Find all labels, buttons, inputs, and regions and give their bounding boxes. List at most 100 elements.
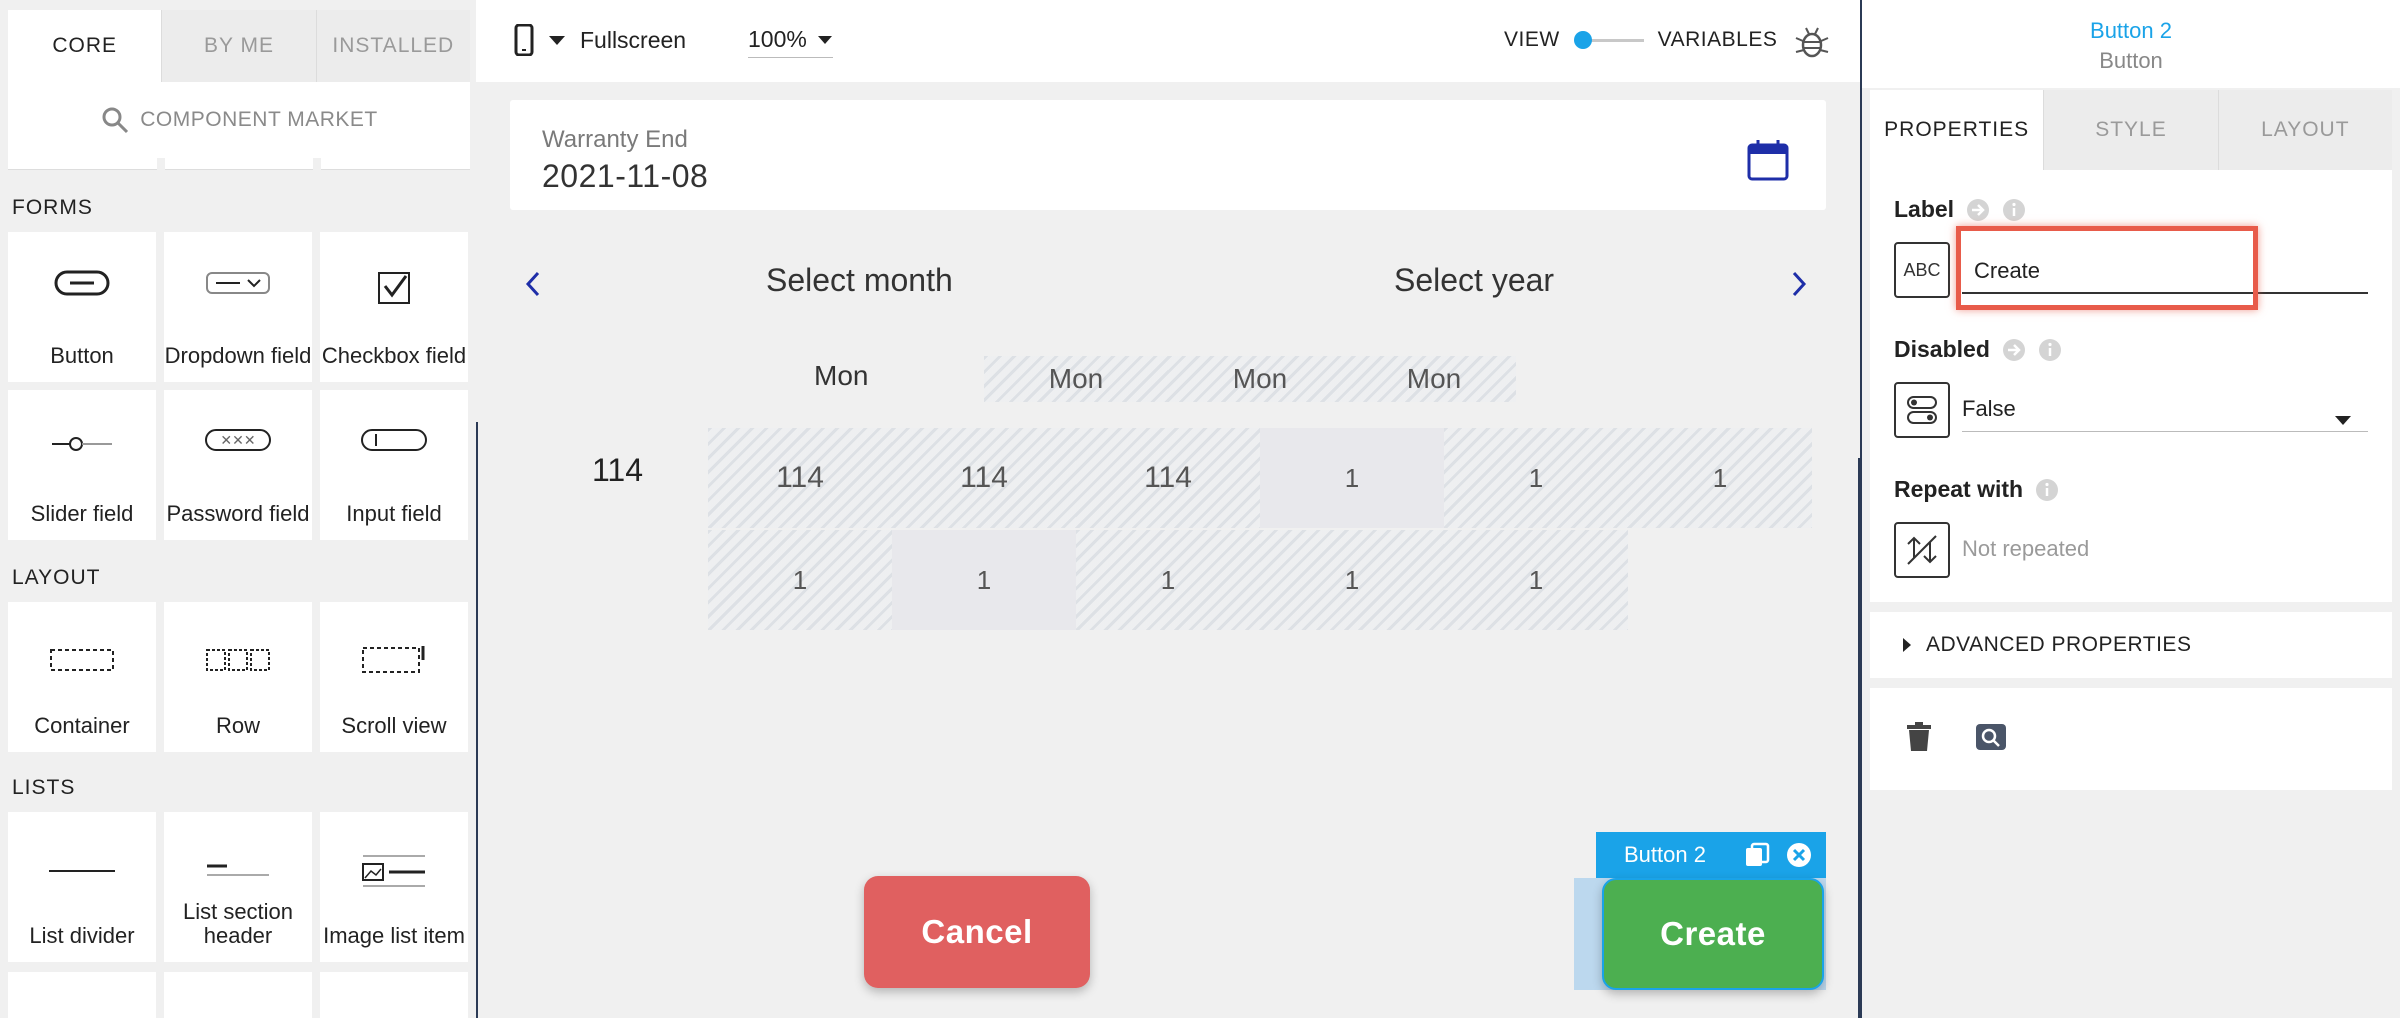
caret-down-icon <box>549 36 565 45</box>
tab-core[interactable]: CORE <box>8 10 162 82</box>
disabled-property-title: Disabled <box>1894 336 2062 363</box>
section-title-lists: LISTS <box>12 776 76 799</box>
link-arrow-icon[interactable] <box>2002 338 2026 362</box>
component-label: Scroll view <box>341 713 447 738</box>
component-input-field[interactable]: Input field <box>320 390 468 540</box>
component-password-field[interactable]: ✕✕✕ Password field <box>164 390 312 540</box>
weekday-label: Mon <box>984 356 1168 402</box>
slider-icon <box>8 434 156 454</box>
properties-tabs: PROPERTIES STYLE LAYOUT <box>1870 90 2392 170</box>
next-button[interactable] <box>1790 270 1808 303</box>
advanced-properties-toggle[interactable]: ADVANCED PROPERTIES <box>1870 612 2392 678</box>
info-icon[interactable] <box>2038 338 2062 362</box>
advanced-properties-label: ADVANCED PROPERTIES <box>1926 633 2192 656</box>
search-component-icon[interactable] <box>1976 724 2006 755</box>
select-year-label[interactable]: Select year <box>1394 262 1554 299</box>
tab-installed[interactable]: INSTALLED <box>315 10 470 82</box>
weekday-label: Mon <box>814 360 869 391</box>
toggle-type-icon[interactable] <box>1894 382 1950 438</box>
component-label: Checkbox field <box>321 343 467 368</box>
list-section-header-icon <box>164 862 312 878</box>
forms-grid: Button Dropdown field Checkbox field Sli… <box>8 232 470 540</box>
device-label: Fullscreen <box>580 26 687 53</box>
component-label: Image list item <box>323 923 465 948</box>
weekday-label: Mon <box>1352 356 1516 402</box>
calendar-icon[interactable] <box>1746 138 1790 187</box>
component-label: Container <box>34 713 130 738</box>
warranty-end-field[interactable]: Warranty End 2021-11-08 <box>510 100 1826 210</box>
component-container[interactable]: Container <box>8 602 156 752</box>
duplicate-icon[interactable] <box>1744 842 1770 874</box>
component-name[interactable]: Button 2 <box>1862 18 2400 44</box>
component-dropdown-field[interactable]: Dropdown field <box>164 232 312 382</box>
component-label: List divider <box>29 923 135 948</box>
zoom-value: 100% <box>748 26 807 52</box>
tab-by-me[interactable]: BY ME <box>161 10 316 82</box>
image-list-item-icon <box>320 854 468 888</box>
list-item-number: 1 <box>1260 530 1444 630</box>
component-label: Input field <box>346 501 442 526</box>
tab-style[interactable]: STYLE <box>2043 90 2218 170</box>
input-icon <box>320 428 468 452</box>
create-button[interactable]: Create <box>1602 878 1824 990</box>
component-label: Slider field <box>30 501 134 526</box>
disabled-value: False <box>1962 396 2016 421</box>
component-checkbox-field[interactable]: Checkbox field <box>320 232 468 382</box>
properties-body: Label ABC Create Disabled False Repeat w… <box>1870 170 2392 602</box>
warranty-end-label: Warranty End <box>542 126 688 153</box>
row-icon <box>164 648 312 672</box>
tab-properties[interactable]: PROPERTIES <box>1870 90 2044 170</box>
next-row-stubs <box>8 972 470 1018</box>
component-image-list-item[interactable]: Image list item <box>320 812 468 962</box>
caret-right-icon <box>1903 638 1911 652</box>
component-list-divider[interactable]: List divider <box>8 812 156 962</box>
list-item-number: 114 <box>708 428 892 528</box>
tab-layout[interactable]: LAYOUT <box>2217 90 2392 170</box>
view-variables-switch: VIEW VARIABLES <box>1504 28 1777 52</box>
component-label: Row <box>215 713 260 738</box>
component-label: List section header <box>182 899 294 948</box>
link-arrow-icon[interactable] <box>1966 198 1990 222</box>
component-market-button[interactable]: COMPONENT MARKET <box>8 82 470 158</box>
list-item-number: 1 <box>1628 428 1812 528</box>
list-item-number: 114 <box>1076 428 1260 528</box>
debugger-button[interactable] <box>1794 24 1830 65</box>
device-selector[interactable]: Fullscreen <box>514 24 686 56</box>
component-slider-field[interactable]: Slider field <box>8 390 156 540</box>
properties-panel: Button 2 Button PROPERTIES STYLE LAYOUT … <box>1860 0 2400 1018</box>
component-button[interactable]: Button <box>8 232 156 382</box>
list-item-number: 1 <box>1260 428 1444 528</box>
repeat-value[interactable]: Not repeated <box>1962 536 2089 562</box>
component-actions <box>1870 688 2392 790</box>
component-label: Dropdown field <box>164 343 312 368</box>
preview-canvas: Warranty End 2021-11-08 Select month Sel… <box>476 82 1860 1018</box>
close-icon[interactable] <box>1786 842 1812 874</box>
caret-down-icon <box>817 35 832 44</box>
chevron-left-icon <box>525 271 540 297</box>
layout-grid: Container Row Scroll view <box>8 602 470 752</box>
component-panel: CORE BY ME INSTALLED COMPONENT MARKET FO… <box>0 0 476 1018</box>
info-icon[interactable] <box>2002 198 2026 222</box>
previous-button[interactable] <box>524 270 542 303</box>
text-type-icon[interactable]: ABC <box>1894 242 1950 298</box>
properties-header: Button 2 Button <box>1862 0 2400 88</box>
caret-down-icon <box>2334 406 2352 432</box>
label-property-title: Label <box>1894 196 2026 223</box>
password-icon: ✕✕✕ <box>164 428 312 452</box>
trash-icon[interactable] <box>1906 722 1932 757</box>
list-item-number: 1 <box>1444 428 1628 528</box>
zoom-selector[interactable]: 100% <box>748 26 833 58</box>
view-toggle[interactable] <box>1573 30 1644 50</box>
section-title-layout: LAYOUT <box>12 566 101 589</box>
component-row[interactable]: Row <box>164 602 312 752</box>
component-tabs: CORE BY ME INSTALLED <box>8 10 470 82</box>
repeat-type-icon[interactable] <box>1894 522 1950 578</box>
cancel-button[interactable]: Cancel <box>864 876 1090 988</box>
disabled-dropdown[interactable]: False <box>1962 388 2368 432</box>
section-title-forms: FORMS <box>12 196 93 219</box>
component-scroll-view[interactable]: Scroll view <box>320 602 468 752</box>
dropdown-icon <box>164 270 312 296</box>
info-icon[interactable] <box>2035 478 2059 502</box>
select-month-label[interactable]: Select month <box>766 262 953 299</box>
component-list-section-header[interactable]: List section header <box>164 812 312 962</box>
